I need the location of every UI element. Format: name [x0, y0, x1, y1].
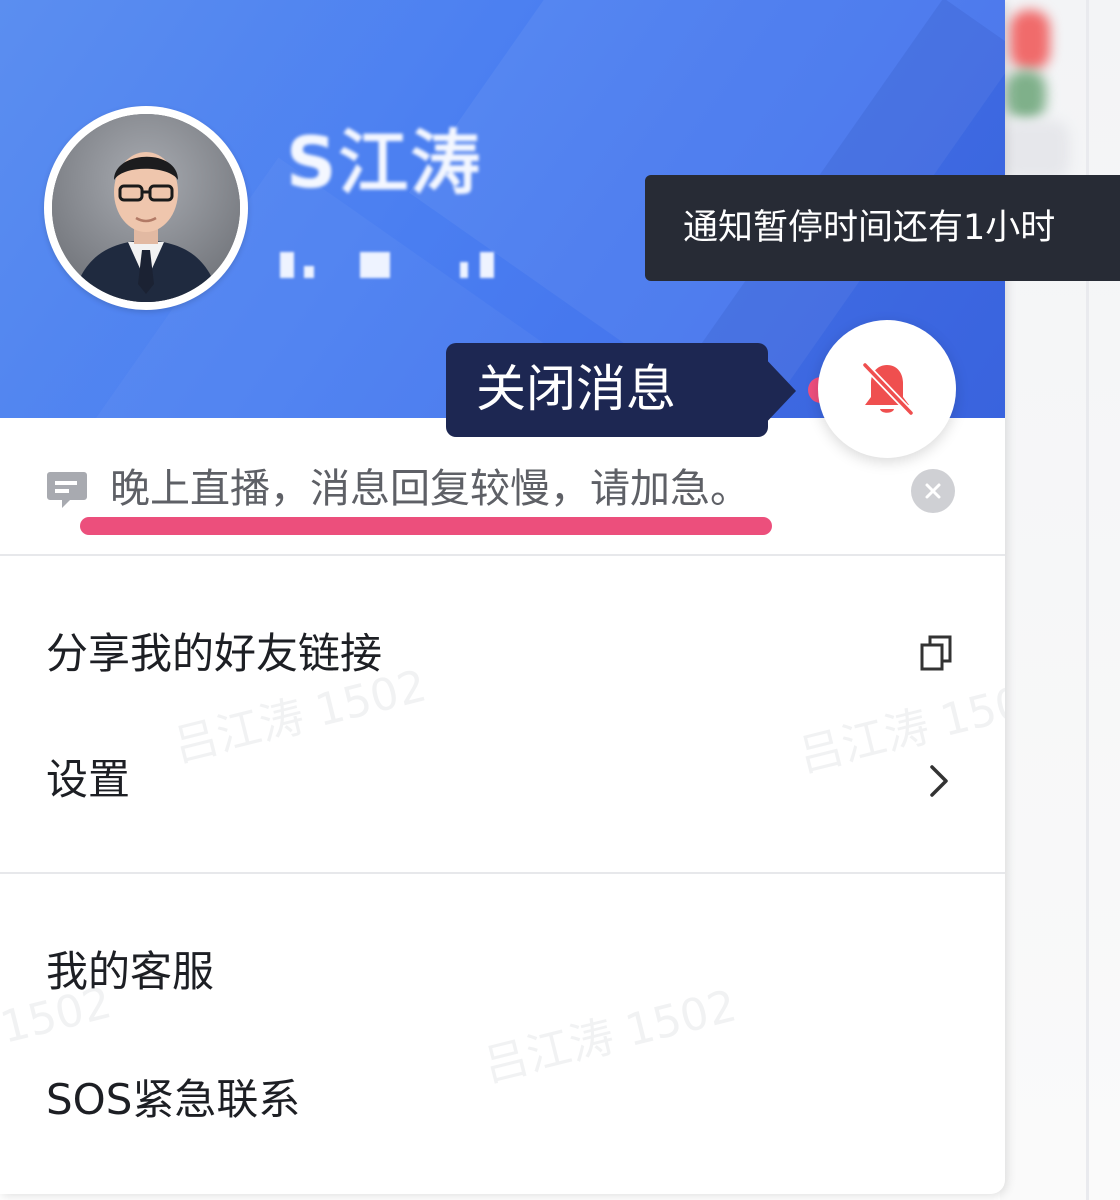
- redaction-block: [304, 266, 314, 278]
- background-blob: [1000, 120, 1070, 180]
- chevron-right-icon: [930, 765, 948, 797]
- redaction-block: [480, 252, 494, 278]
- pause-notification-toast: 通知暂停时间还有1小时: [645, 175, 1120, 281]
- status-message: 晚上直播，消息回复较慢，请加急。: [110, 466, 750, 512]
- background-blob: [1010, 10, 1050, 70]
- redaction-block: [280, 252, 294, 278]
- background-blob: [1006, 70, 1046, 120]
- mute-tooltip: 关闭消息: [446, 343, 768, 437]
- tooltip-arrow: [762, 355, 796, 427]
- menu-item-label: 设置: [46, 755, 131, 804]
- close-circle-icon: [925, 483, 941, 499]
- menu-item-customer-service[interactable]: 我的客服: [0, 918, 1005, 1028]
- menu-item-label: 分享我的好友链接: [46, 629, 383, 678]
- menu-item-label: SOS紧急联系: [46, 1075, 301, 1124]
- user-name: S江涛: [286, 122, 483, 204]
- mute-notifications-button[interactable]: [818, 320, 956, 458]
- screen: S江涛 晚上直播，消息回复较慢，请加急。 分享我的好友链接 设置 我的客服 SO…: [0, 0, 1120, 1200]
- section-divider: [0, 872, 1005, 874]
- redaction-block: [460, 262, 468, 278]
- highlight-underline: [80, 517, 772, 535]
- avatar-photo: [52, 114, 240, 302]
- avatar[interactable]: [44, 106, 248, 310]
- avatar-illustration: [52, 114, 240, 302]
- bell-off-icon: [861, 361, 915, 417]
- clear-status-button[interactable]: [911, 469, 955, 513]
- menu-item-share-link[interactable]: 分享我的好友链接: [0, 600, 1005, 710]
- copy-icon[interactable]: [918, 633, 958, 677]
- menu-item-label: 我的客服: [46, 947, 215, 996]
- menu-item-settings[interactable]: 设置: [0, 726, 1005, 836]
- redaction-block: [360, 252, 390, 278]
- message-icon: [47, 472, 87, 508]
- menu-item-sos[interactable]: SOS紧急联系: [0, 1046, 1005, 1156]
